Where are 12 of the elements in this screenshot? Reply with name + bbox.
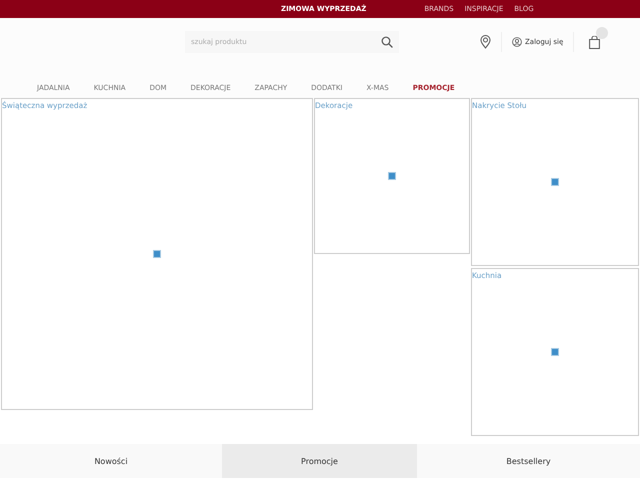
location-pin-icon[interactable]	[480, 35, 491, 49]
user-icon	[512, 37, 522, 47]
cart-badge	[596, 27, 608, 39]
product-tab[interactable]: Promocje	[222, 444, 417, 478]
broken-image-icon	[551, 178, 559, 186]
search-icon[interactable]	[381, 36, 393, 48]
broken-image-icon	[551, 348, 559, 356]
broken-image-icon	[153, 250, 161, 258]
broken-image-icon	[388, 172, 396, 180]
product-tab[interactable]: Bestsellery	[417, 444, 640, 478]
shopping-bag-icon[interactable]	[589, 36, 600, 49]
product-tab[interactable]: Nowości	[0, 444, 222, 478]
